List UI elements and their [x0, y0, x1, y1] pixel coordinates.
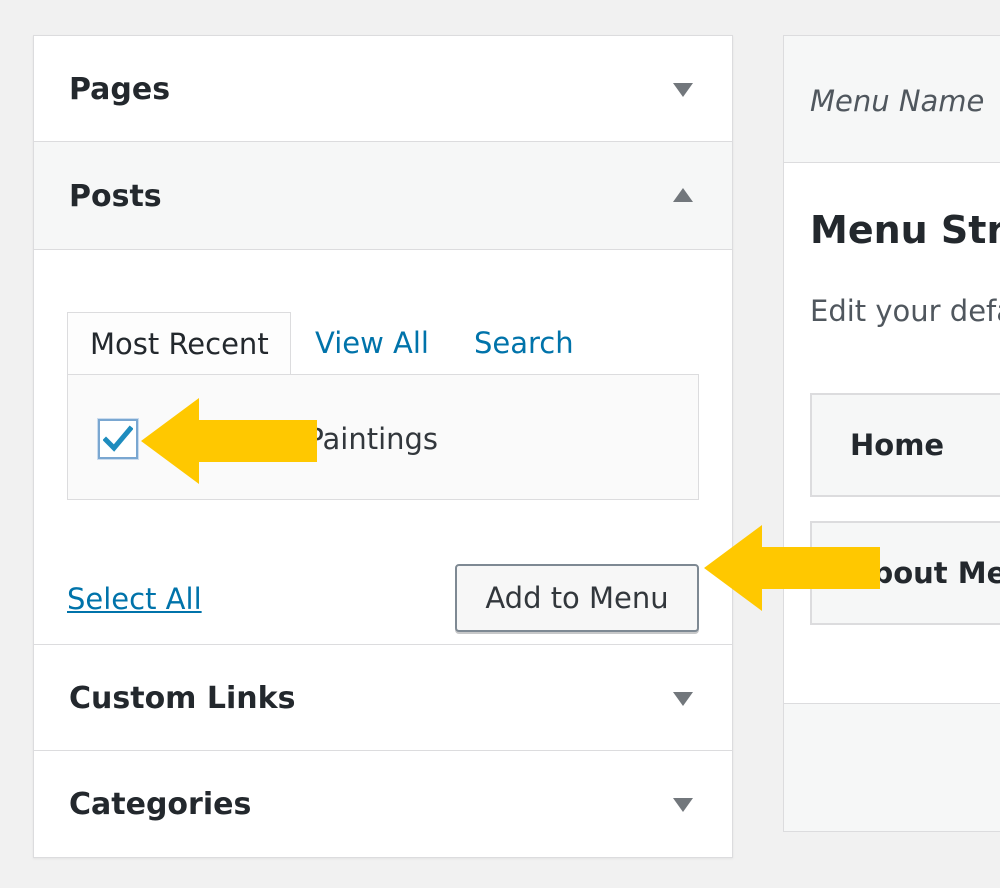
menu-structure-panel: Menu Name Menu Stru Edit your defa Home … — [783, 35, 1000, 832]
custom-links-section-title: Custom Links — [69, 680, 296, 716]
menu-items-accordion: Pages Posts Most Recent View All Search … — [33, 35, 733, 858]
menu-name-label: Menu Name — [810, 84, 985, 118]
pages-section: Pages — [34, 36, 732, 142]
tab-search[interactable]: Search — [474, 312, 574, 374]
triangle-up-icon[interactable] — [673, 188, 693, 202]
tab-view-all[interactable]: View All — [315, 312, 429, 374]
tab-most-recent[interactable]: Most Recent — [67, 312, 291, 374]
menu-footer — [784, 703, 1000, 831]
pages-section-header[interactable]: Pages — [34, 36, 732, 142]
pages-section-title: Pages — [69, 71, 171, 107]
categories-section-title: Categories — [69, 786, 252, 822]
posts-section-title: Posts — [69, 178, 162, 214]
triangle-down-icon[interactable] — [673, 798, 693, 812]
most-recent-panel: Seascape Paintings — [67, 374, 699, 500]
categories-section: Categories — [34, 751, 732, 857]
custom-links-section: Custom Links — [34, 645, 732, 751]
categories-section-header[interactable]: Categories — [34, 751, 732, 857]
menu-structure-heading: Menu Stru — [810, 208, 1000, 252]
post-checkbox[interactable] — [98, 419, 138, 459]
posts-section-body: Most Recent View All Search Seascape Pai… — [34, 250, 732, 645]
custom-links-section-header[interactable]: Custom Links — [34, 645, 732, 751]
add-to-menu-button[interactable]: Add to Menu — [455, 564, 699, 632]
select-all-link[interactable]: Select All — [67, 582, 202, 616]
menu-structure-description: Edit your defa — [810, 294, 1000, 328]
menu-item-about-me[interactable]: About Me — [810, 521, 1000, 625]
posts-section-header[interactable]: Posts — [34, 142, 732, 250]
menu-name-bar: Menu Name — [784, 36, 1000, 163]
list-item: Seascape Paintings — [98, 419, 438, 459]
triangle-down-icon[interactable] — [673, 83, 693, 97]
posts-section: Posts — [34, 142, 732, 250]
checkmark-icon — [103, 425, 133, 452]
triangle-down-icon[interactable] — [673, 692, 693, 706]
post-item-label: Seascape Paintings — [158, 422, 439, 456]
menu-item-home[interactable]: Home — [810, 393, 1000, 497]
